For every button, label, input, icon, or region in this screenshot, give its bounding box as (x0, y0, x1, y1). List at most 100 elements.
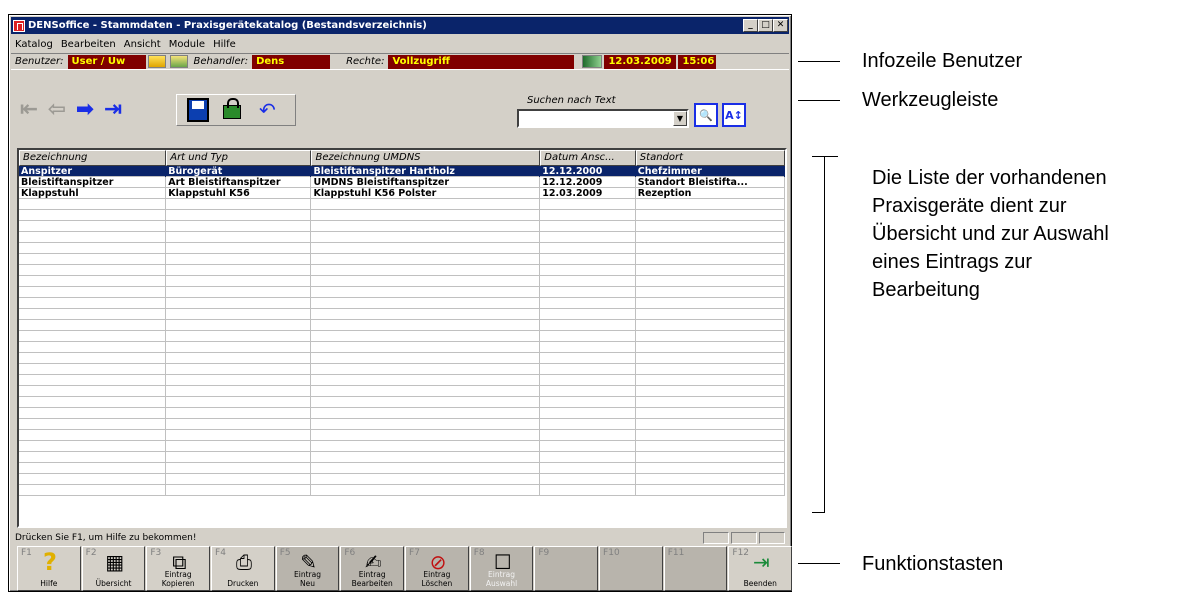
table-cell: Art Bleistiftanspitzer (166, 177, 312, 188)
table-cell (166, 320, 312, 331)
lock-icon[interactable] (223, 98, 241, 119)
sort-icon[interactable]: A↕ (722, 103, 746, 127)
fkey-f4[interactable]: F4 ⎙ Drucken (211, 546, 275, 591)
column-header-umdns[interactable]: Bezeichnung UMDNS (311, 150, 541, 166)
table-cell (19, 430, 167, 441)
table-cell (19, 485, 167, 496)
table-row[interactable]: Klappstuhl Klappstuhl K56 Klappstuhl K56 P… (19, 188, 785, 199)
table-cell (311, 243, 541, 254)
menu-katalog[interactable]: Katalog (15, 39, 53, 50)
table-row[interactable] (19, 221, 785, 232)
table-row[interactable] (19, 342, 785, 353)
status-text: Drücken Sie F1, um Hilfe zu bekommen! (15, 533, 197, 543)
fkey-f8[interactable]: F8 ☐ Eintrag Auswahl (469, 546, 534, 591)
user-label: Benutzer: (15, 56, 64, 67)
table-row[interactable] (19, 375, 785, 386)
next-record-icon[interactable]: ➡ (71, 94, 99, 124)
table-row[interactable]: Bleistiftanspitzer Art Bleistiftanspitzer… (19, 177, 785, 188)
table-row[interactable] (19, 199, 785, 210)
table-row[interactable] (19, 485, 785, 496)
menu-module[interactable]: Module (169, 39, 205, 50)
table-row[interactable] (19, 474, 785, 485)
table-cell (636, 254, 785, 265)
table-row[interactable] (19, 320, 785, 331)
table-cell (540, 408, 636, 419)
column-header-datum[interactable]: Datum Ansc... (540, 150, 636, 166)
column-header-art-typ[interactable]: Art und Typ (166, 150, 312, 166)
rechte-label: Rechte: (346, 56, 385, 67)
key-icon[interactable] (147, 55, 166, 68)
column-header-standort[interactable]: Standort (635, 150, 785, 166)
previous-record-icon[interactable]: ⇦ (43, 94, 71, 124)
table-cell (166, 298, 312, 309)
fkey-f1[interactable]: F1? Hilfe (17, 546, 81, 591)
maximize-button[interactable]: □ (758, 19, 773, 32)
device-list[interactable]: Bezeichnung Art und Typ Bezeichnung UMDN… (17, 148, 787, 528)
table-row[interactable] (19, 309, 785, 320)
annotation-infozeile: Infozeile Benutzer (862, 50, 1023, 72)
fkey-f2[interactable]: F2 ▦ Übersicht (81, 546, 146, 591)
save-icon[interactable] (187, 98, 209, 122)
table-row[interactable] (19, 298, 785, 309)
menu-ansicht[interactable]: Ansicht (124, 39, 161, 50)
fkey-f11[interactable]: F11 (663, 546, 728, 591)
menu-bearbeiten[interactable]: Bearbeiten (61, 39, 116, 50)
table-row[interactable] (19, 210, 785, 221)
table-row[interactable] (19, 232, 785, 243)
minimize-button[interactable]: _ (743, 19, 758, 32)
table-cell (166, 254, 312, 265)
menu-hilfe[interactable]: Hilfe (213, 39, 236, 50)
table-row[interactable] (19, 265, 785, 276)
table-row[interactable] (19, 287, 785, 298)
search-input[interactable]: ▼ (517, 109, 689, 128)
table-row[interactable] (19, 397, 785, 408)
list-header: Bezeichnung Art und Typ Bezeichnung UMDN… (19, 150, 785, 166)
title-bar[interactable]: DENSoffice - Stammdaten - Praxisgeräteka… (11, 17, 789, 34)
table-row[interactable] (19, 254, 785, 265)
list-rows: Anspitzer Bürogerät Bleistiftanspitzer Har… (19, 166, 785, 496)
rechte-value: Vollzugriff (388, 54, 575, 69)
fkey-f7[interactable]: F7 ⊘ Eintrag Löschen (405, 546, 469, 591)
chevron-down-icon[interactable]: ▼ (673, 111, 687, 126)
table-row[interactable] (19, 353, 785, 364)
table-cell (166, 375, 312, 386)
table-cell (311, 276, 541, 287)
table-row[interactable] (19, 331, 785, 342)
fkey-f5[interactable]: F5 ✎ Eintrag Neu (275, 546, 340, 591)
table-cell: Klappstuhl K56 Polster (311, 188, 541, 199)
fkey-f10[interactable]: F10 (599, 546, 663, 591)
table-cell (19, 254, 167, 265)
table-row[interactable]: Anspitzer Bürogerät Bleistiftanspitzer Har… (19, 166, 785, 177)
table-cell (166, 408, 312, 419)
table-cell: 12.12.2000 (540, 166, 636, 177)
table-cell (636, 452, 785, 463)
table-row[interactable] (19, 408, 785, 419)
close-button[interactable]: ✕ (773, 19, 788, 32)
table-cell (19, 309, 167, 320)
column-header-bezeichnung[interactable]: Bezeichnung (19, 150, 167, 166)
table-row[interactable] (19, 430, 785, 441)
fkey-f12[interactable]: F12 ⇥ Beenden (728, 546, 793, 591)
fkey-f3[interactable]: F3 ⧉ Eintrag Kopieren (146, 546, 211, 591)
fkey-f6[interactable]: F6 ✍ Eintrag Bearbeiten (340, 546, 405, 591)
table-cell (636, 463, 785, 474)
table-row[interactable] (19, 243, 785, 254)
checklist-icon[interactable] (169, 55, 188, 68)
table-row[interactable] (19, 419, 785, 430)
table-row[interactable] (19, 276, 785, 287)
find-icon[interactable]: 🔍 (694, 103, 718, 127)
table-row[interactable] (19, 463, 785, 474)
user-value: User / Uw (67, 54, 146, 69)
table-cell (311, 265, 541, 276)
table-row[interactable] (19, 441, 785, 452)
table-cell (311, 386, 541, 397)
fkey-f9[interactable]: F9 (534, 546, 599, 591)
table-cell (166, 441, 312, 452)
undo-icon[interactable]: ↶ (259, 98, 276, 122)
table-row[interactable] (19, 452, 785, 463)
table-cell (166, 265, 312, 276)
last-record-icon[interactable]: ⇥ (99, 94, 127, 124)
table-row[interactable] (19, 386, 785, 397)
first-record-icon[interactable]: ⇤ (15, 94, 43, 124)
table-row[interactable] (19, 364, 785, 375)
